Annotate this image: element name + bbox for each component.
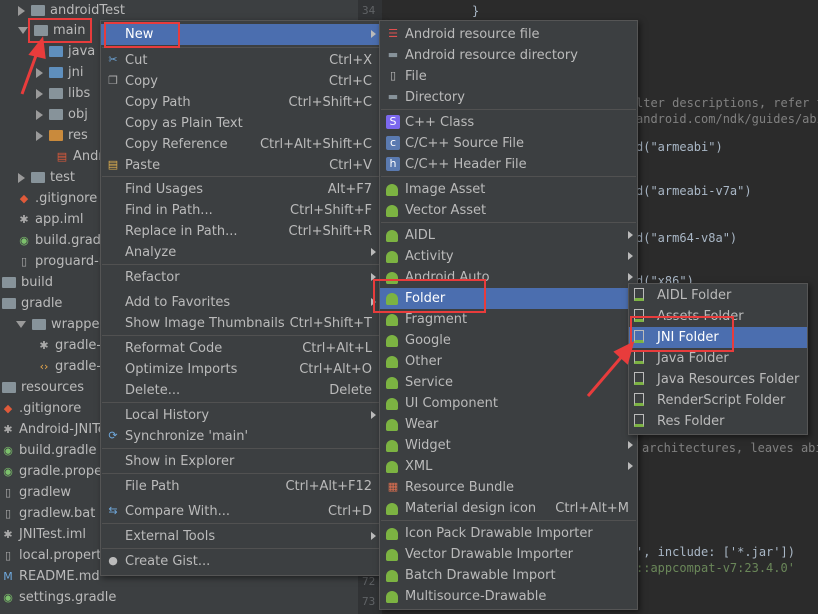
annotation-arrow-main bbox=[20, 36, 46, 95]
annotation-arrows bbox=[20, 36, 635, 397]
annotation-arrow-jni bbox=[586, 341, 635, 397]
